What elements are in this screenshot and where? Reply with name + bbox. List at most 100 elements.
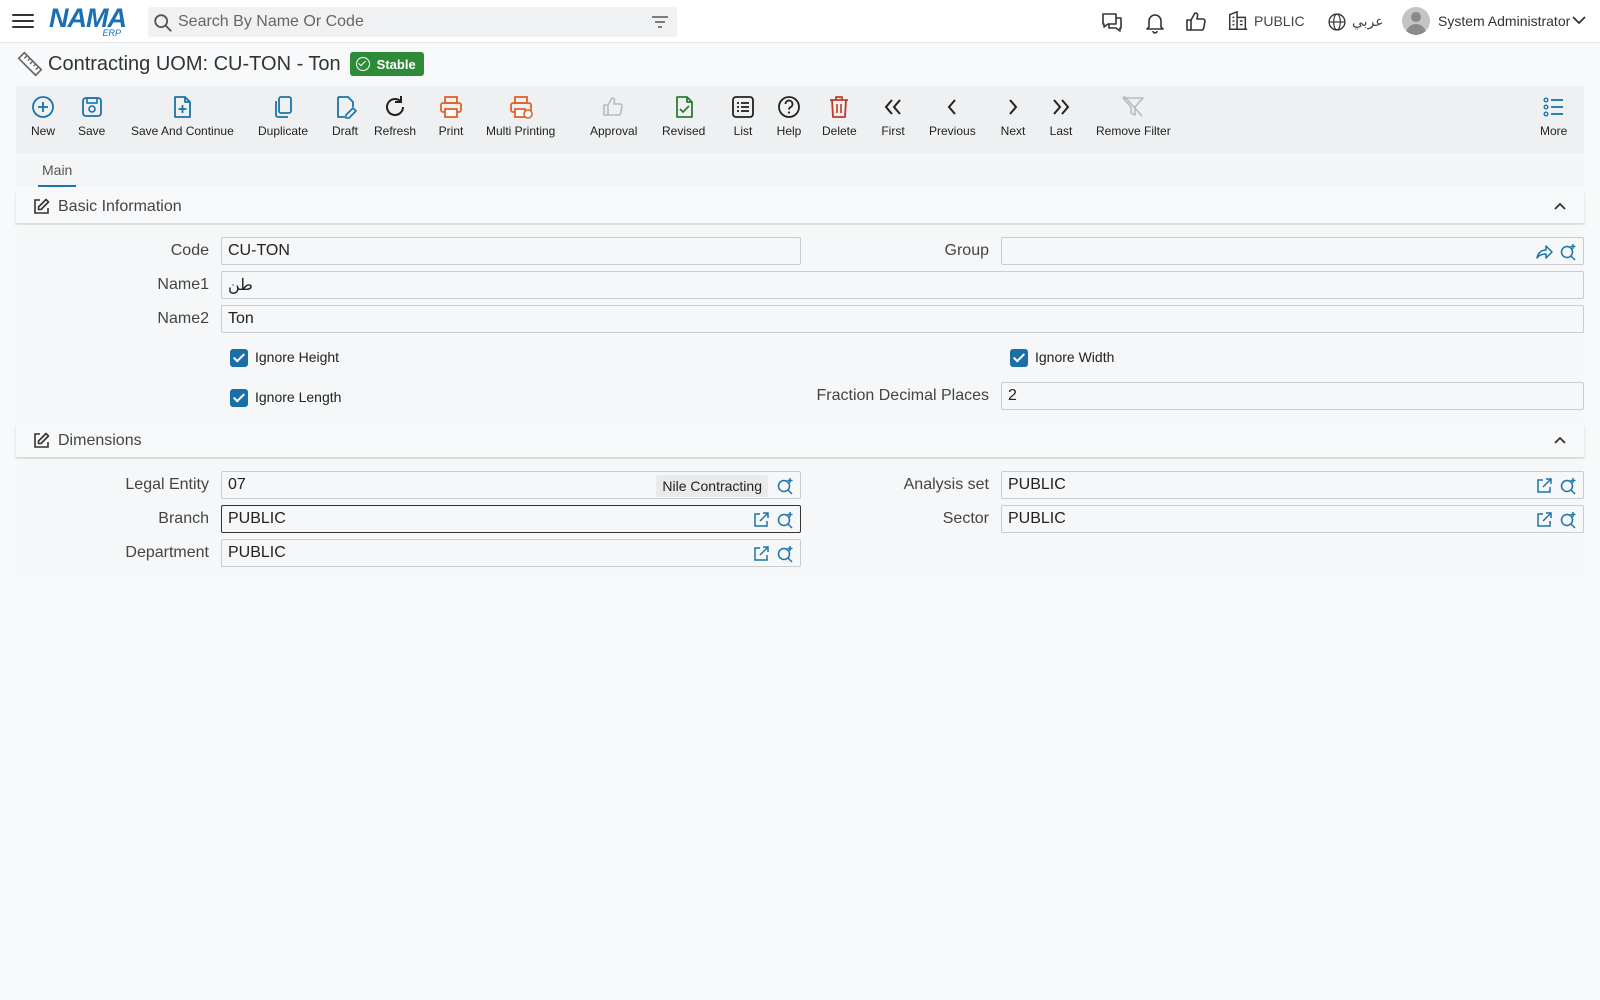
language-switch[interactable]: عربي: [1352, 13, 1384, 30]
department-label: Department: [125, 544, 209, 561]
basic-information-title: Basic Information: [58, 197, 182, 215]
new-button[interactable]: New: [30, 92, 56, 148]
revised-button[interactable]: Revised: [662, 92, 705, 148]
page-title: Contracting UOM: CU-TON - Ton: [48, 52, 341, 75]
search-add-icon[interactable]: [776, 545, 794, 563]
help-button[interactable]: Help: [776, 92, 802, 148]
save-icon: [81, 97, 102, 117]
edit-square-icon: [34, 432, 50, 448]
search-add-icon[interactable]: [1559, 511, 1577, 529]
draft-edit-icon: [337, 96, 357, 119]
search-icon: [154, 14, 172, 32]
search-add-icon[interactable]: [776, 477, 794, 495]
list-button[interactable]: List: [730, 92, 756, 148]
first-label: First: [881, 124, 905, 138]
group-field[interactable]: [1001, 237, 1584, 265]
external-link-icon[interactable]: [752, 511, 770, 529]
search-add-icon[interactable]: [776, 511, 794, 529]
code-field[interactable]: [221, 237, 801, 265]
thumbs-up-icon[interactable]: [1184, 10, 1208, 34]
next-record-button[interactable]: Next: [1000, 92, 1026, 148]
duplicate-label: Duplicate: [258, 124, 309, 138]
globe-icon[interactable]: [1327, 12, 1347, 32]
save-button[interactable]: Save: [78, 92, 105, 148]
menu-icon[interactable]: [12, 11, 34, 31]
top-bar: NAMA ERP PUBLIC عربي System Administrato…: [0, 0, 1600, 43]
trash-icon: [830, 96, 849, 118]
first-record-button[interactable]: First: [880, 92, 906, 148]
entity-selector[interactable]: PUBLIC: [1254, 13, 1305, 29]
building-icon[interactable]: [1227, 10, 1249, 32]
analysis-set-value: PUBLIC: [1008, 476, 1066, 493]
refresh-button[interactable]: Refresh: [374, 92, 416, 148]
search-input[interactable]: [178, 7, 628, 37]
save-and-continue-button[interactable]: Save And Continue: [131, 92, 234, 148]
branch-value: PUBLIC: [228, 510, 286, 527]
search-add-icon[interactable]: [1559, 477, 1577, 495]
department-field[interactable]: PUBLIC: [221, 539, 801, 567]
approval-button[interactable]: Approval: [590, 92, 637, 148]
sector-label: Sector: [942, 510, 989, 527]
share-arrow-icon[interactable]: [1535, 243, 1553, 261]
basic-information-header[interactable]: Basic Information: [16, 190, 1584, 224]
list-label: List: [733, 124, 753, 138]
last-record-button[interactable]: Last: [1048, 92, 1074, 148]
filter-icon[interactable]: [651, 14, 669, 30]
legal-entity-field[interactable]: 07 Nile Contracting: [221, 471, 801, 499]
logo-subtext: ERP: [102, 28, 121, 38]
draft-label: Draft: [332, 124, 359, 138]
external-link-icon[interactable]: [1535, 511, 1553, 529]
edit-square-icon: [34, 198, 50, 214]
sector-field[interactable]: PUBLIC: [1001, 505, 1584, 533]
duplicate-button[interactable]: Duplicate: [258, 92, 308, 148]
department-actions: [752, 545, 794, 563]
ignore-width-checkbox[interactable]: [1010, 349, 1028, 367]
multi-printing-label: Multi Printing: [486, 124, 556, 138]
remove-filter-button[interactable]: Remove Filter: [1096, 92, 1171, 148]
double-chevron-right-icon: [1053, 99, 1070, 115]
external-link-icon[interactable]: [752, 545, 770, 563]
status-label: Stable: [376, 56, 416, 72]
check-circle-icon: [355, 57, 370, 71]
multi-printing-button[interactable]: Multi Printing: [486, 92, 555, 148]
chevron-down-icon[interactable]: [1572, 15, 1586, 25]
name1-label: Name1: [157, 276, 209, 293]
ignore-length-checkbox[interactable]: [230, 389, 248, 407]
more-button[interactable]: More: [1540, 92, 1567, 148]
legal-entity-label: Legal Entity: [125, 476, 209, 493]
delete-button[interactable]: Delete: [822, 92, 857, 148]
chevron-right-icon: [1009, 99, 1018, 115]
external-link-icon[interactable]: [1535, 477, 1553, 495]
branch-label: Branch: [158, 510, 209, 527]
previous-label: Previous: [929, 124, 976, 138]
dimensions-header[interactable]: Dimensions: [16, 424, 1584, 458]
legal-entity-actions: [776, 477, 794, 495]
draft-button[interactable]: Draft: [332, 92, 358, 148]
fraction-decimal-places-field[interactable]: [1001, 382, 1584, 410]
tab-main[interactable]: Main: [38, 155, 77, 187]
chevron-up-icon[interactable]: [1554, 434, 1566, 446]
help-icon: [778, 96, 800, 118]
print-button[interactable]: Print: [438, 92, 464, 148]
search-add-icon[interactable]: [1559, 243, 1577, 261]
branch-field[interactable]: PUBLIC: [221, 505, 801, 533]
save-label: Save: [78, 124, 106, 138]
approval-label: Approval: [590, 124, 638, 138]
ruler-icon: [17, 51, 43, 77]
notification-bell-icon[interactable]: [1143, 10, 1167, 34]
user-name[interactable]: System Administrator: [1438, 13, 1570, 29]
refresh-icon: [386, 96, 405, 116]
copy-icon: [275, 96, 292, 118]
name2-field[interactable]: [221, 305, 1584, 333]
logo[interactable]: NAMA ERP: [49, 4, 131, 38]
chat-icon[interactable]: [1100, 10, 1124, 34]
previous-record-button[interactable]: Previous: [929, 92, 976, 148]
ignore-width-label: Ignore Width: [1035, 349, 1115, 365]
avatar[interactable]: [1402, 7, 1430, 35]
chevron-up-icon[interactable]: [1554, 200, 1566, 212]
ignore-height-checkbox[interactable]: [230, 349, 248, 367]
analysis-set-field[interactable]: PUBLIC: [1001, 471, 1584, 499]
legal-entity-code: 07: [228, 476, 246, 493]
chevron-left-icon: [948, 99, 957, 115]
name1-field[interactable]: [221, 271, 1584, 299]
